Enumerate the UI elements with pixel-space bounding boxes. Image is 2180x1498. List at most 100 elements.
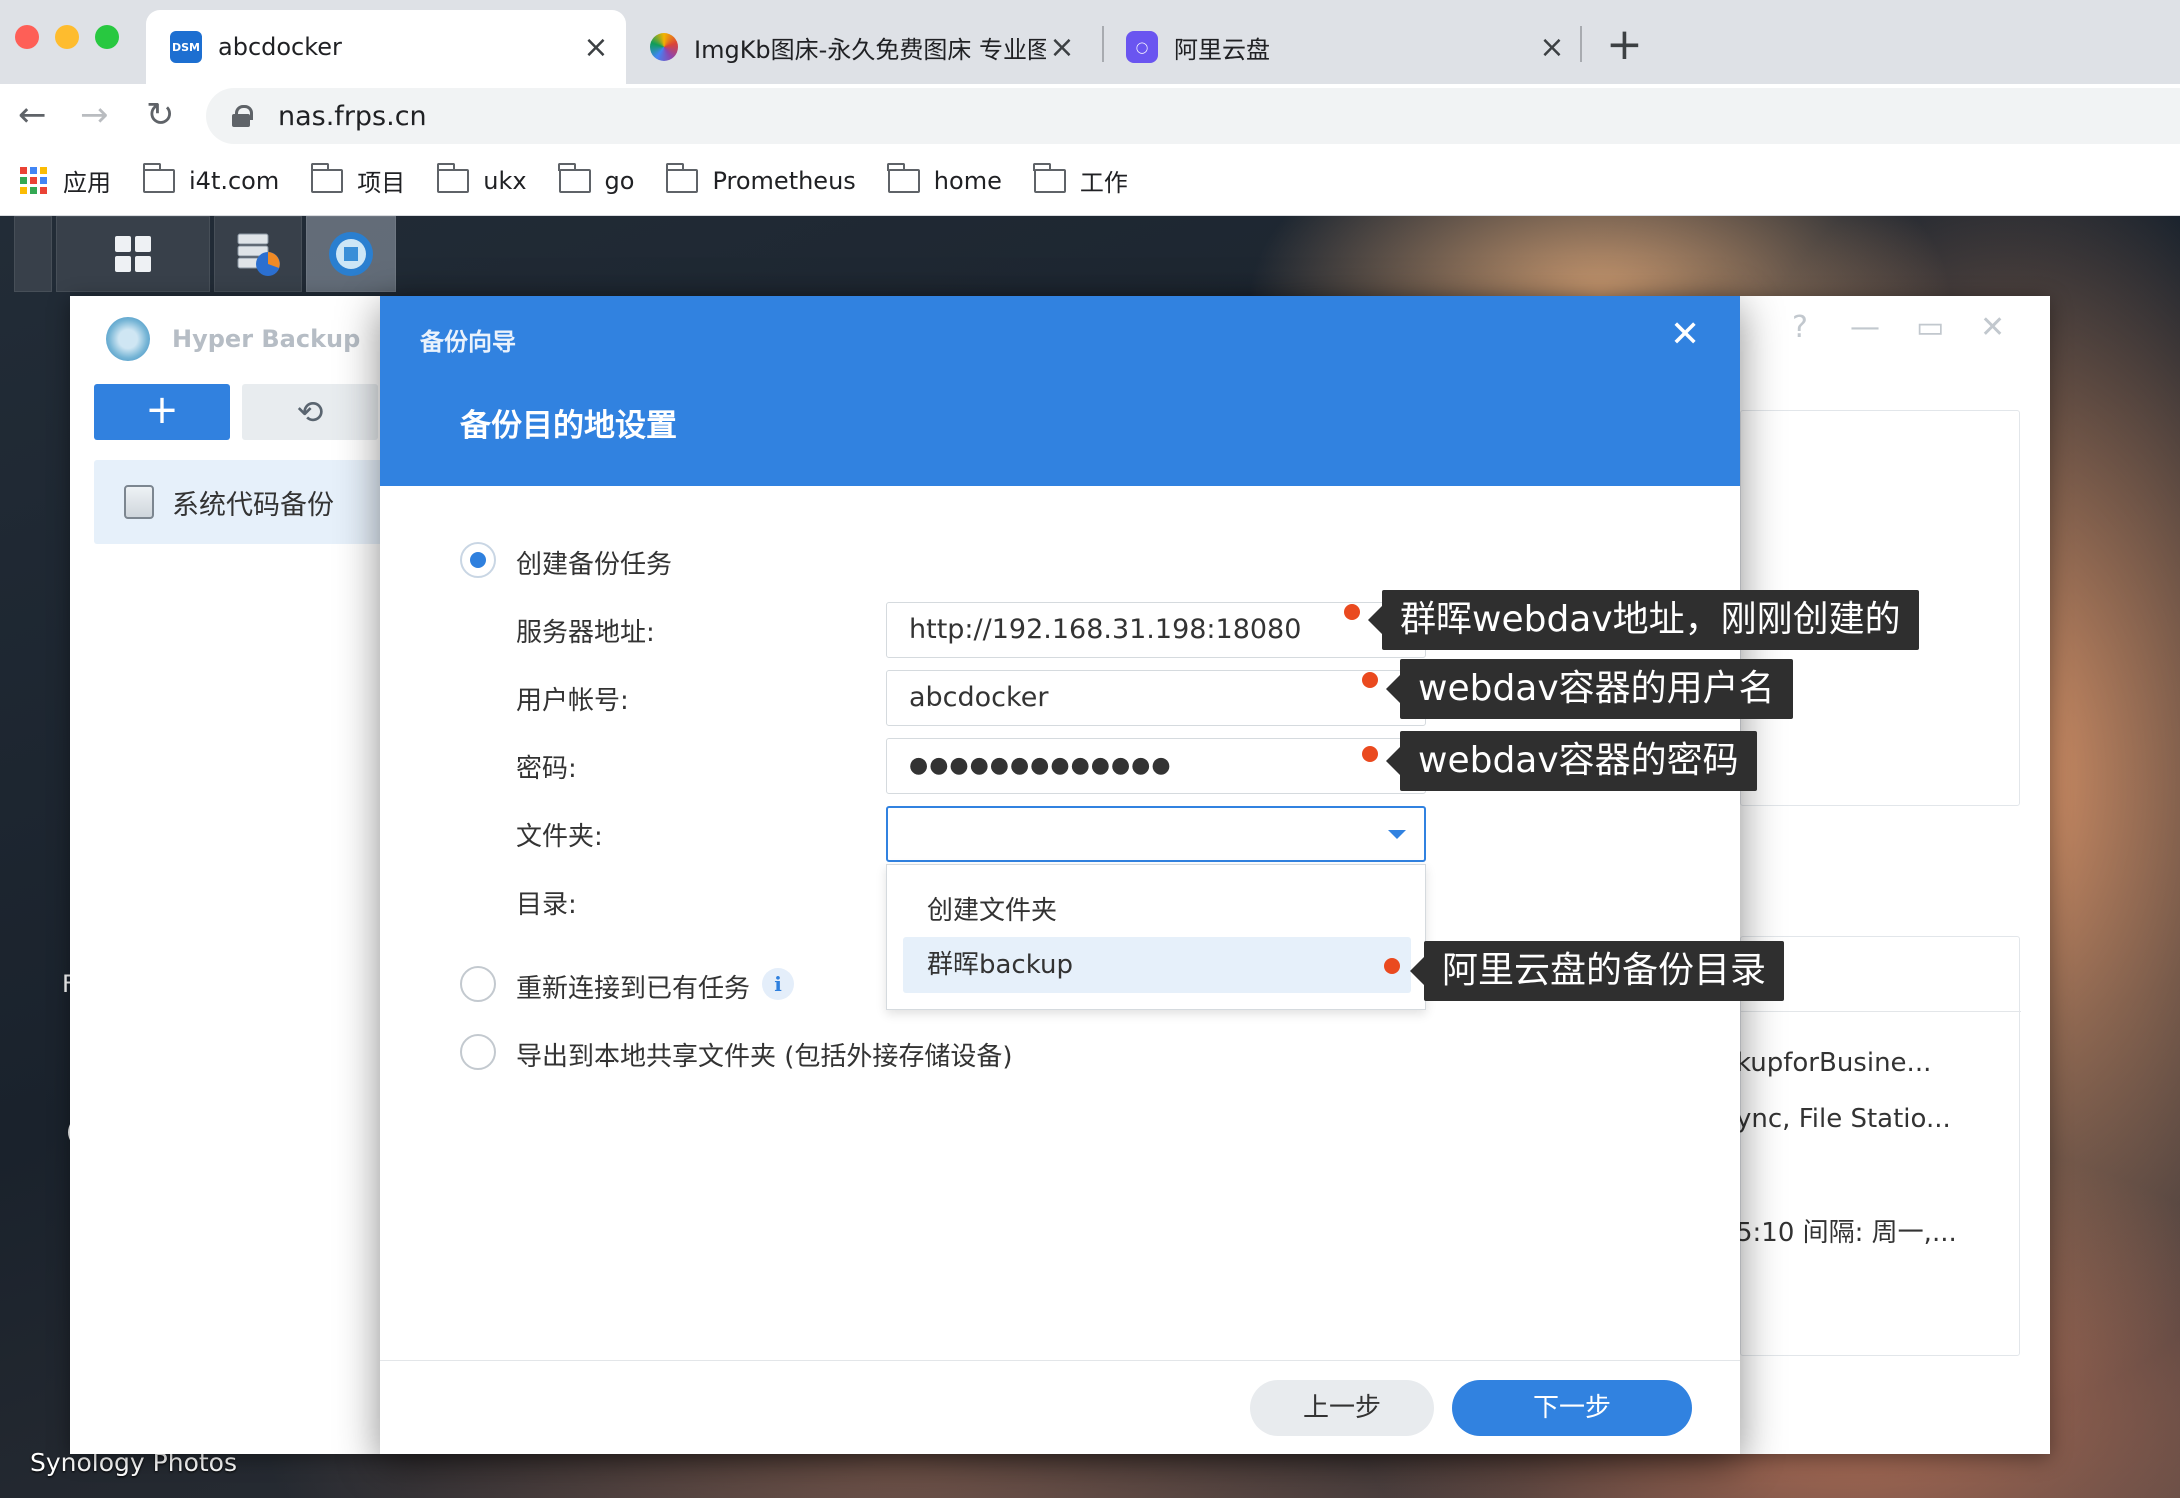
- bookmark-apps[interactable]: 应用: [20, 163, 111, 198]
- hyper-backup-logo-icon: [106, 317, 150, 361]
- export-local-label[interactable]: 导出到本地共享文件夹 (包括外接存储设备): [516, 1036, 1013, 1073]
- browser-tab-strip: DSM abcdocker × ImgKb图床-永久免费图床 专业图 × ◯ 阿…: [0, 0, 2180, 84]
- annotation-dot: [1384, 958, 1400, 974]
- bookmark-label: i4t.com: [189, 166, 280, 195]
- create-task-label[interactable]: 创建备份任务: [516, 544, 672, 581]
- annotation-dot: [1362, 746, 1378, 762]
- password-label: 密码:: [516, 754, 577, 784]
- storage-manager-icon: [237, 233, 280, 276]
- bookmark-label: ukx: [483, 166, 527, 195]
- maximize-icon[interactable]: ▭: [1916, 310, 1944, 345]
- chevron-down-icon[interactable]: [1388, 830, 1406, 839]
- dropdown-option-backup-folder[interactable]: 群晖backup: [903, 937, 1411, 993]
- restore-button[interactable]: ⟲: [242, 384, 378, 440]
- bookmark-folder[interactable]: i4t.com: [142, 162, 280, 195]
- annotation-server-address: 群晖webdav地址，刚刚创建的: [1368, 590, 1919, 650]
- annotation-username: webdav容器的用户名: [1386, 659, 1793, 719]
- user-account-input[interactable]: abcdocker: [886, 670, 1426, 726]
- address-url[interactable]: nas.frps.cn: [278, 101, 427, 132]
- reconnect-task-label[interactable]: 重新连接到已有任务: [516, 968, 750, 1005]
- annotation-dot: [1344, 604, 1360, 620]
- next-step-button[interactable]: 下一步: [1452, 1380, 1692, 1436]
- dsm-favicon-icon: DSM: [170, 31, 202, 63]
- detail-target: kupforBusine...: [1736, 1048, 1932, 1078]
- folder-icon: [558, 162, 591, 193]
- bookmark-label: go: [604, 166, 635, 195]
- annotation-dot: [1362, 672, 1378, 688]
- lock-icon[interactable]: [232, 105, 253, 127]
- backup-task-item[interactable]: 系统代码备份: [94, 460, 394, 544]
- taskbar-hyper-backup[interactable]: [306, 216, 396, 292]
- hyper-backup-title-bar: Hyper Backup: [106, 312, 360, 366]
- wizard-header: 备份向导 ✕ 备份目的地设置: [380, 296, 1740, 486]
- folder-icon: [142, 162, 175, 193]
- tab-aliyun-drive[interactable]: ◯ 阿里云盘 ×: [1102, 10, 1582, 84]
- bookmark-folder[interactable]: 工作: [1033, 162, 1128, 198]
- server-icon: [124, 485, 154, 519]
- bookmark-folder[interactable]: Prometheus: [665, 162, 856, 195]
- window-zoom-button[interactable]: [95, 25, 119, 49]
- aliyun-drive-favicon-icon: ◯: [1126, 31, 1158, 63]
- bookmark-folder[interactable]: 项目: [310, 162, 405, 198]
- folder-icon: [1033, 162, 1066, 193]
- bookmark-label: home: [933, 166, 1002, 195]
- backup-wizard-dialog: 备份向导 ✕ 备份目的地设置 创建备份任务 服务器地址: http://192.…: [380, 296, 1740, 1454]
- previous-step-button[interactable]: 上一步: [1250, 1380, 1434, 1436]
- bookmark-label: 工作: [1079, 169, 1128, 197]
- folder-icon: [887, 162, 920, 193]
- reconnect-task-radio[interactable]: [460, 966, 496, 1002]
- new-tab-button[interactable]: +: [1606, 18, 1643, 72]
- folder-icon: [310, 162, 344, 193]
- dsm-taskbar: [14, 216, 400, 292]
- forward-arrow-icon[interactable]: →: [80, 84, 109, 146]
- taskbar-show-desktop[interactable]: [14, 216, 52, 292]
- tab-title: ImgKb图床-永久免费图床 专业图: [694, 35, 1046, 64]
- folder-icon: [436, 162, 470, 193]
- bookmark-folder[interactable]: ukx: [436, 162, 527, 195]
- add-task-button[interactable]: +: [94, 384, 230, 440]
- tab-imgkb[interactable]: ImgKb图床-永久免费图床 专业图 ×: [626, 10, 1092, 84]
- password-input[interactable]: ●●●●●●●●●●●●●: [886, 738, 1426, 794]
- close-icon[interactable]: ✕: [1980, 310, 2005, 345]
- folder-icon: [665, 162, 699, 193]
- photos-favicon-icon: [650, 33, 678, 61]
- wizard-step-title: 备份目的地设置: [460, 408, 677, 444]
- create-task-radio[interactable]: [460, 542, 496, 578]
- address-bar[interactable]: nas.frps.cn: [206, 88, 2180, 144]
- annotation-password: webdav容器的密码: [1386, 731, 1757, 791]
- bookmark-folder[interactable]: go: [558, 162, 635, 195]
- tab-abcdocker[interactable]: DSM abcdocker ×: [146, 10, 626, 84]
- folder-dropdown-menu: 创建文件夹 群晖backup: [886, 864, 1426, 1010]
- tab-close-icon[interactable]: ×: [1536, 30, 1568, 65]
- info-icon[interactable]: i: [762, 968, 794, 1000]
- close-icon[interactable]: ✕: [1670, 314, 1700, 355]
- minimize-icon[interactable]: —: [1850, 310, 1880, 345]
- folder-select[interactable]: [886, 806, 1426, 862]
- hyper-backup-icon: [329, 232, 373, 276]
- divider: [1741, 1011, 2021, 1012]
- bookmark-label: Prometheus: [712, 166, 856, 195]
- reload-icon[interactable]: ↻: [146, 84, 175, 146]
- wizard-window-title: 备份向导: [420, 328, 516, 356]
- tab-close-icon[interactable]: ×: [580, 30, 612, 65]
- tab-title: abcdocker: [218, 33, 342, 61]
- tab-close-icon[interactable]: ×: [1046, 30, 1078, 65]
- taskbar-storage-manager[interactable]: [214, 216, 302, 292]
- window-minimize-button[interactable]: [55, 25, 79, 49]
- main-menu-icon: [115, 236, 151, 272]
- bookmark-folder[interactable]: home: [887, 162, 1002, 195]
- window-close-button[interactable]: [15, 25, 39, 49]
- server-address-label: 服务器地址:: [516, 618, 655, 648]
- bookmarks-bar: 应用 i4t.com 项目 ukx go Prometheus home 工作: [0, 146, 2180, 216]
- main-menu-button[interactable]: [56, 216, 210, 292]
- annotation-backup-dir: 阿里云盘的备份目录: [1409, 941, 1785, 1001]
- export-local-radio[interactable]: [460, 1034, 496, 1070]
- back-arrow-icon[interactable]: ←: [18, 84, 47, 146]
- help-icon[interactable]: ?: [1792, 310, 1808, 345]
- detail-source: ync, File Statio...: [1736, 1104, 1951, 1134]
- user-account-label: 用户帐号:: [516, 686, 629, 716]
- restore-history-icon: ⟲: [296, 393, 324, 431]
- dropdown-option-create-folder[interactable]: 创建文件夹: [903, 883, 1411, 939]
- browser-toolbar: ← → ↻ nas.frps.cn: [0, 84, 2180, 146]
- window-title: Hyper Backup: [172, 325, 361, 353]
